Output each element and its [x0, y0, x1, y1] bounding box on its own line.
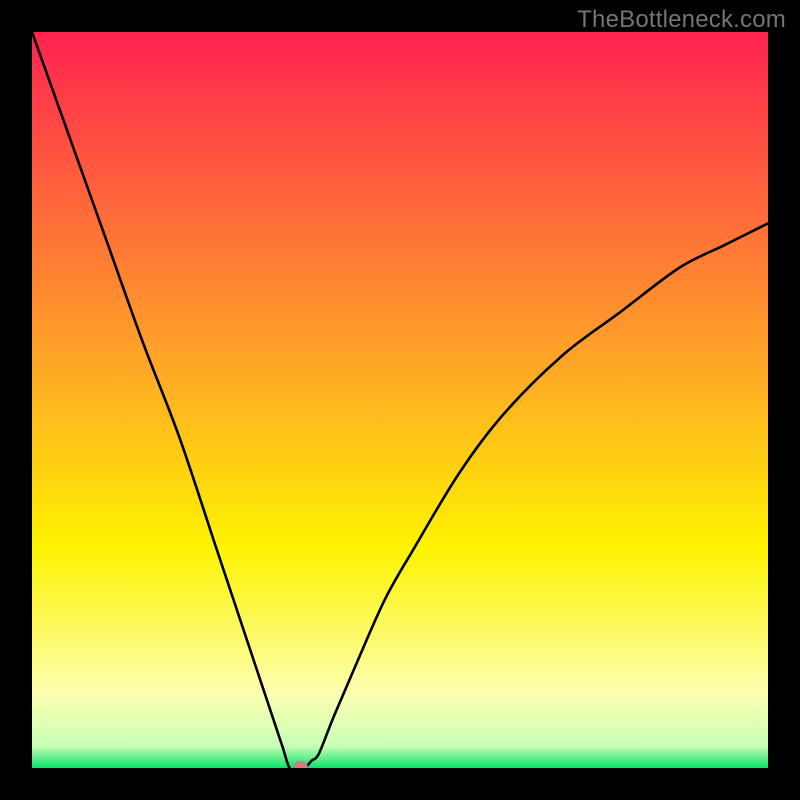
chart-plot-area [32, 32, 768, 768]
chart-svg [32, 32, 768, 768]
rainbow-background [32, 32, 768, 768]
watermark-text: TheBottleneck.com [577, 6, 786, 34]
chart-frame: { "watermark": "TheBottleneck.com", "cha… [0, 0, 800, 800]
